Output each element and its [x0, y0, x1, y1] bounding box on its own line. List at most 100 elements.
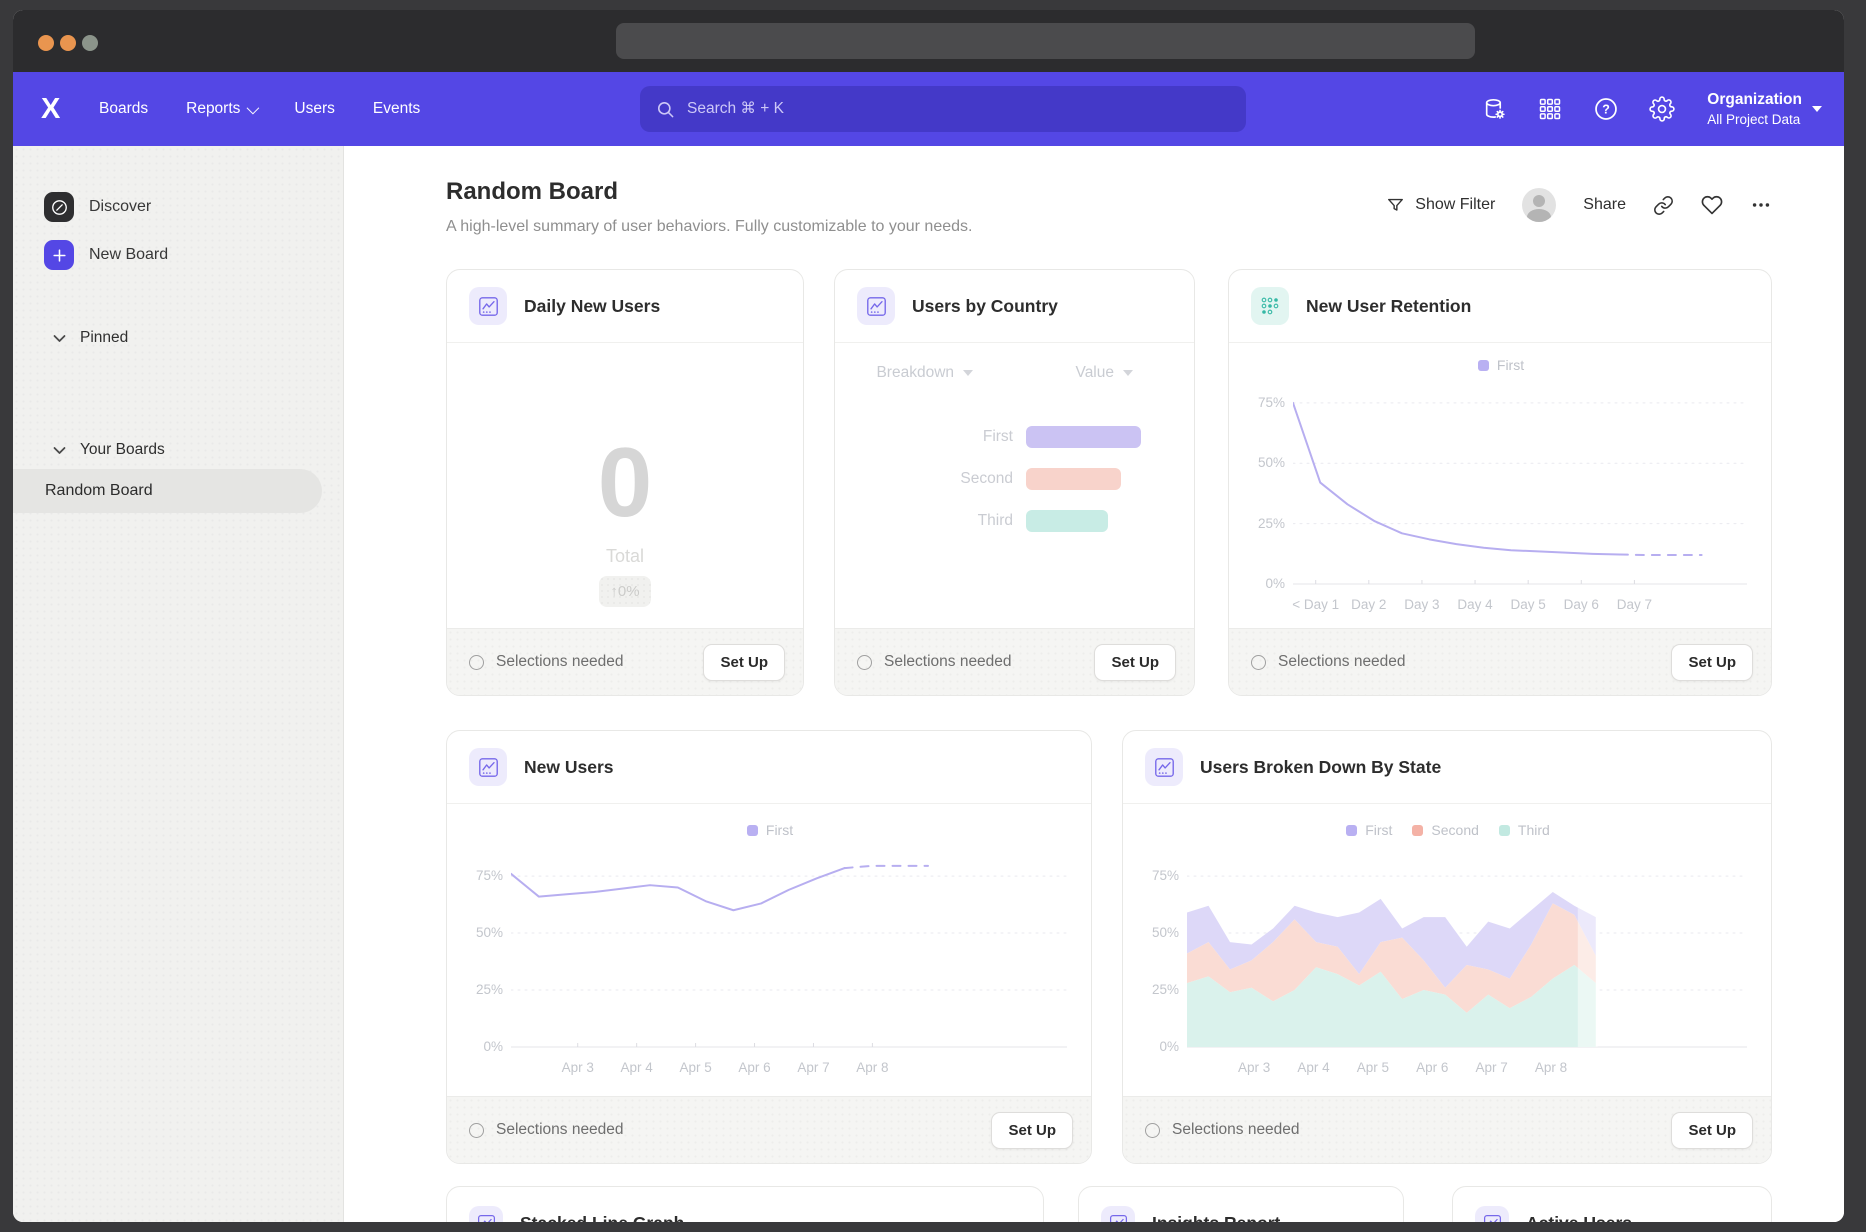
page-title: Random Board — [446, 178, 618, 206]
nav-item-users[interactable]: Users — [294, 100, 334, 118]
org-name: Organization — [1707, 91, 1802, 109]
card-title: Stacked Line Graph — [520, 1213, 684, 1223]
zoom-button[interactable] — [82, 35, 98, 51]
org-subtitle: All Project Data — [1707, 112, 1802, 127]
bar-label: Second — [835, 470, 1013, 488]
status-text: Selections needed — [496, 1121, 991, 1139]
set-up-button[interactable]: Set Up — [703, 644, 785, 681]
y-axis-label: 25% — [1247, 516, 1285, 531]
copy-link-button[interactable] — [1653, 195, 1674, 216]
page-subtitle: A high-level summary of user behaviors. … — [446, 218, 972, 236]
sidebar-item-new-board[interactable]: New Board — [44, 232, 343, 278]
mixpanel-logo-icon[interactable]: X — [41, 93, 75, 126]
chart-plot: 75%50%25%0% — [511, 843, 1067, 1051]
card-daily-new-users: Daily New Users 0 Total ↑0% Selections n… — [446, 269, 804, 696]
set-up-button[interactable]: Set Up — [1671, 1112, 1753, 1149]
avatar[interactable] — [1522, 188, 1556, 222]
card-title: Daily New Users — [524, 296, 660, 317]
card-users-by-country: Users by Country Breakdown Value First Se… — [834, 269, 1195, 696]
bar — [1026, 468, 1121, 490]
y-axis-label: 50% — [1141, 925, 1179, 940]
org-selector[interactable]: Organization All Project Data — [1707, 91, 1822, 127]
titlebar — [13, 10, 1844, 72]
search-field[interactable] — [685, 99, 1089, 119]
sidebar-section-pinned[interactable]: Pinned — [53, 320, 343, 356]
card-header: Users by Country — [835, 270, 1194, 343]
show-filter-label: Show Filter — [1415, 196, 1495, 214]
share-button[interactable]: Share — [1583, 196, 1626, 214]
status-circle-icon — [1145, 1123, 1160, 1138]
legend-swatch-icon — [1478, 360, 1489, 371]
chevron-down-icon — [53, 446, 66, 455]
bar — [1026, 426, 1141, 448]
y-axis-label: 0% — [465, 1039, 503, 1054]
nav-item-label: Reports — [186, 100, 240, 118]
legend-label: Third — [1518, 822, 1550, 838]
chart-legend: First — [465, 817, 1075, 843]
sidebar: Discover New Board Pinned Random Board Y… — [13, 146, 344, 1222]
apps-grid-icon[interactable] — [1537, 96, 1563, 122]
breakdown-dropdown[interactable]: Breakdown — [835, 364, 1015, 382]
state-area-chart: FirstSecondThird75%50%25%0%Apr 3Apr 4Apr… — [1141, 817, 1755, 1081]
bar-label: First — [835, 428, 1013, 446]
x-axis-label: Apr 8 — [817, 1060, 927, 1075]
chart-legend: FirstSecondThird — [1141, 817, 1755, 843]
y-axis-label: 25% — [1141, 982, 1179, 997]
more-options-button[interactable] — [1750, 194, 1772, 216]
set-up-button[interactable]: Set Up — [991, 1112, 1073, 1149]
card-footer: Selections needed Set Up — [1123, 1096, 1771, 1163]
minimize-button[interactable] — [60, 35, 76, 51]
chart-x-axis: Apr 3Apr 4Apr 5Apr 6Apr 7Apr 8 — [511, 1051, 1067, 1081]
card-new-users: New Users First75%50%25%0%Apr 3Apr 4Apr … — [446, 730, 1092, 1164]
svg-text:?: ? — [1602, 103, 1610, 117]
card-title: Insights Report — [1152, 1213, 1280, 1223]
y-axis-label: 25% — [465, 982, 503, 997]
line-chart-icon — [1475, 1206, 1509, 1222]
set-up-button[interactable]: Set Up — [1094, 644, 1176, 681]
country-bars: First Second Third — [835, 416, 1194, 542]
sidebar-section-your-boards[interactable]: Your Boards — [53, 432, 343, 468]
nav-item-label: Boards — [99, 100, 148, 118]
chart-plot: 75%50%25%0% — [1293, 378, 1747, 588]
chart-canvas — [511, 843, 1067, 1051]
sidebar-item-random-board[interactable]: Random Board — [13, 469, 322, 513]
card-stacked-line-graph: Stacked Line Graph — [446, 1186, 1044, 1222]
close-button[interactable] — [38, 35, 54, 51]
sidebar-item-label: Random Board — [45, 482, 153, 500]
favorite-button[interactable] — [1701, 194, 1723, 216]
url-bar[interactable] — [616, 23, 1475, 59]
line-chart-icon — [857, 287, 895, 325]
metric-delta-badge: ↑0% — [599, 576, 650, 607]
navbar: X Boards Reports Users Events — [13, 72, 1844, 146]
card-header: Stacked Line Graph — [447, 1187, 1043, 1222]
chevron-down-icon — [963, 370, 973, 376]
search-input[interactable] — [640, 86, 1246, 132]
settings-icon[interactable] — [1649, 96, 1675, 122]
card-title: New User Retention — [1306, 296, 1471, 317]
dropdown-label: Breakdown — [876, 364, 954, 382]
bar-row: Third — [835, 500, 1194, 542]
y-axis-label: 0% — [1141, 1039, 1179, 1054]
card-header: Insights Report — [1079, 1187, 1403, 1222]
y-axis-label: 75% — [1141, 868, 1179, 883]
help-icon[interactable]: ? — [1593, 96, 1619, 122]
y-axis-label: 75% — [465, 868, 503, 883]
legend-label: First — [1497, 357, 1524, 373]
nav-item-events[interactable]: Events — [373, 100, 420, 118]
card-title: Active Users — [1526, 1213, 1632, 1223]
set-up-button[interactable]: Set Up — [1671, 644, 1753, 681]
card-title: Users Broken Down By State — [1200, 757, 1441, 778]
line-chart-icon — [469, 1206, 503, 1222]
value-dropdown[interactable]: Value — [1015, 364, 1195, 382]
dropdown-label: Value — [1076, 364, 1115, 382]
sidebar-item-discover[interactable]: Discover — [44, 184, 343, 230]
nav-item-label: Users — [294, 100, 334, 118]
legend-label: First — [766, 822, 793, 838]
status-text: Selections needed — [1278, 653, 1671, 671]
chevron-down-icon — [53, 334, 66, 343]
show-filter-button[interactable]: Show Filter — [1386, 196, 1495, 215]
nav-item-reports[interactable]: Reports — [186, 100, 256, 118]
card-header: New User Retention — [1229, 270, 1771, 343]
data-management-icon[interactable] — [1481, 96, 1507, 122]
nav-item-boards[interactable]: Boards — [99, 100, 148, 118]
